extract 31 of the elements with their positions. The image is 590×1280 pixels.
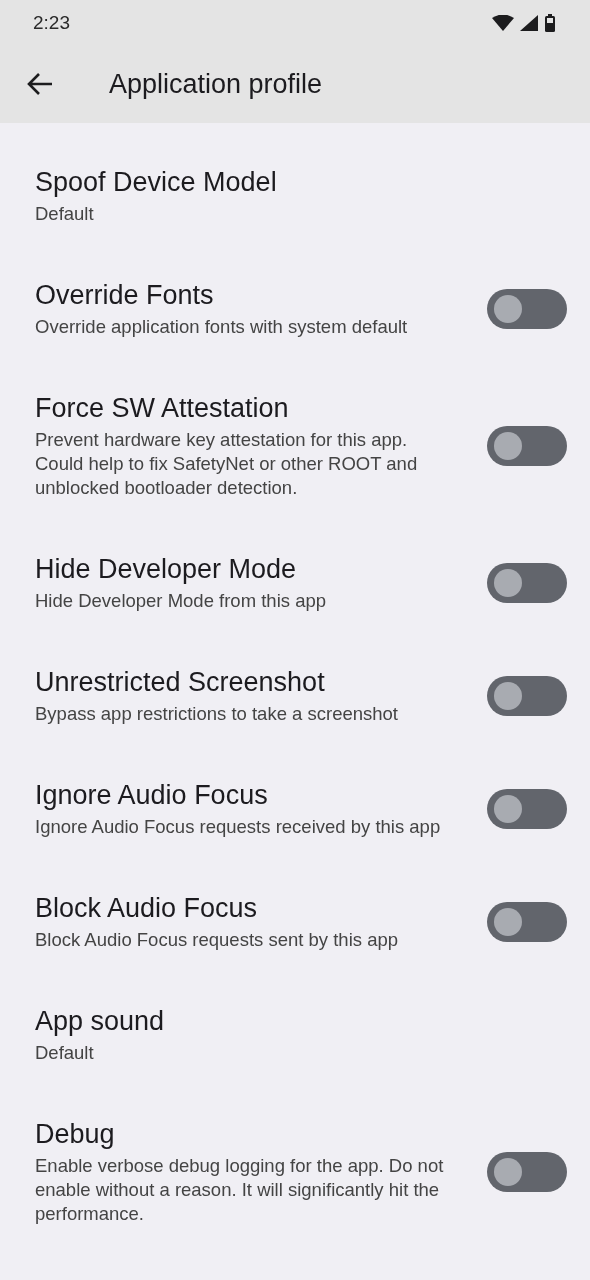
signal-icon: [520, 14, 538, 31]
setting-summary: Override application fonts with system default: [35, 315, 409, 339]
wifi-icon: [492, 14, 514, 31]
setting-summary: Bypass app restrictions to take a screenshot: [35, 702, 399, 726]
setting-title[interactable]: Ignore Audio Focus: [35, 779, 457, 811]
setting-title[interactable]: App sound: [35, 1005, 537, 1037]
toggle-switch[interactable]: [487, 289, 567, 329]
setting-summary: Prevent hardware key attestation for this app. Could help to fix SafetyNet or other ROOT and unblocked bootloader detection.: [35, 428, 419, 500]
setting-title[interactable]: Spoof Device Model: [35, 166, 537, 198]
toggle-switch[interactable]: [487, 902, 567, 942]
setting-title[interactable]: Hide Developer Mode: [35, 553, 457, 585]
setting-summary: Default: [35, 202, 95, 226]
setting-summary: Hide Developer Mode from this app: [35, 589, 327, 613]
setting-title[interactable]: Force SW Attestation: [35, 392, 457, 424]
setting-title[interactable]: Debug: [35, 1118, 457, 1150]
toggle-switch[interactable]: [487, 426, 567, 466]
setting-title[interactable]: Block Audio Focus: [35, 892, 457, 924]
toggle-switch[interactable]: [487, 789, 567, 829]
screen-title: Application profile: [109, 68, 323, 100]
setting-title[interactable]: Override Fonts: [35, 279, 457, 311]
setting-summary: Enable verbose debug logging for the app. Do not enable without a reason. It will significantly hit the performance.: [35, 1154, 445, 1226]
back-icon[interactable]: [27, 72, 53, 96]
setting-summary: Default: [35, 1041, 95, 1065]
toggle-switch[interactable]: [487, 1152, 567, 1192]
battery-icon: [544, 13, 556, 32]
toggle-switch[interactable]: [487, 563, 567, 603]
setting-title[interactable]: Unrestricted Screenshot: [35, 666, 457, 698]
toggle-switch[interactable]: [487, 676, 567, 716]
setting-summary: Block Audio Focus requests sent by this app: [35, 928, 399, 952]
setting-summary: Ignore Audio Focus requests received by this app: [35, 815, 442, 839]
status-time: 2:23: [33, 11, 70, 34]
